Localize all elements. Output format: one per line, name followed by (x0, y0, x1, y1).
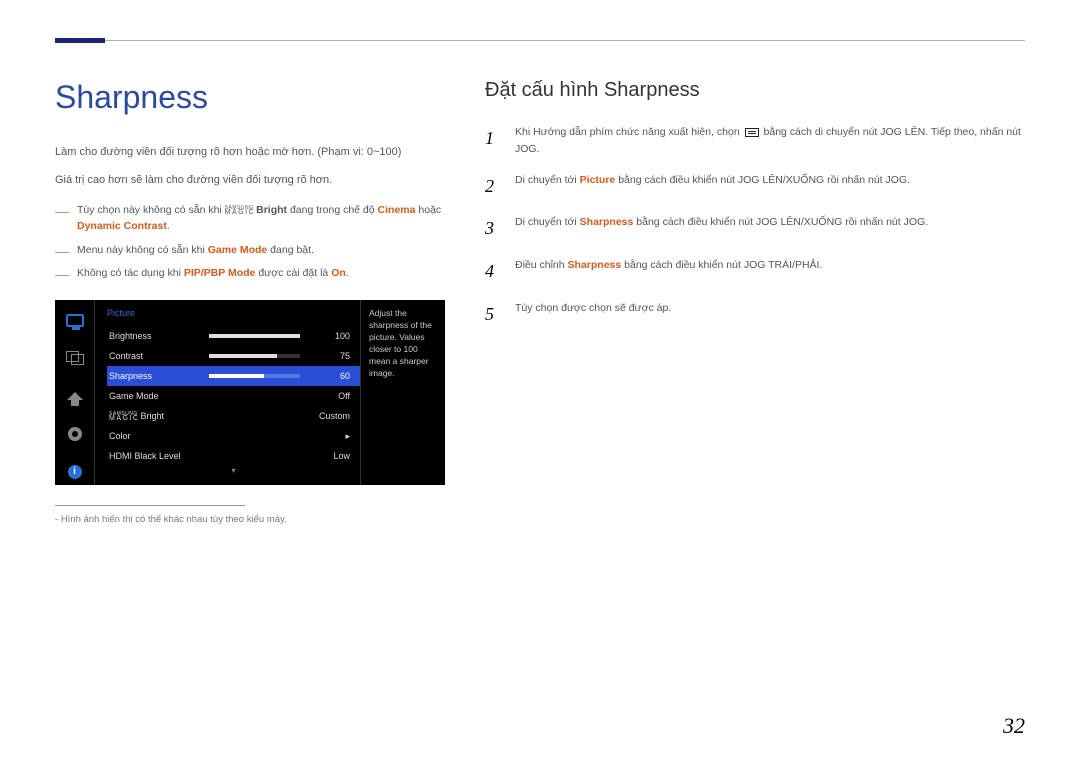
osd-row-game-mode: Game Mode Off (107, 386, 360, 406)
footnote-text: - Hình ảnh hiển thị có thể khác nhau tùy… (55, 514, 445, 525)
config-heading: Đặt cấu hình Sharpness (485, 79, 1025, 102)
page-number: 32 (1003, 713, 1025, 739)
step-1: 1 Khi Hướng dẫn phím chức năng xuất hiện… (485, 124, 1025, 158)
osd-row-sharpness: Sharpness 60 (107, 366, 360, 386)
footnote-divider (55, 505, 245, 506)
note-pip-pbp: ― Không có tác dụng khi PIP/PBP Mode đượ… (55, 266, 445, 282)
osd-row-brightness: Brightness 100 (107, 326, 360, 346)
osd-row-hdmi-black: HDMI Black Level Low (107, 446, 360, 466)
step-3: 3 Di chuyển tới Sharpness bằng cách điều… (485, 214, 1025, 243)
osd-row-contrast: Contrast 75 (107, 346, 360, 366)
step-2: 2 Di chuyển tới Picture bằng cách điều k… (485, 172, 1025, 201)
intro-text-2: Giá trị cao hơn sẽ làm cho đường viền đố… (55, 172, 445, 190)
osd-row-color: Color ▸ (107, 426, 360, 446)
osd-nav-info-icon: i (63, 460, 87, 484)
step-4: 4 Điều chỉnh Sharpness bằng cách điều kh… (485, 257, 1025, 286)
osd-menu: Picture Brightness 100 Contrast 75 (95, 300, 360, 485)
osd-sidebar: i (55, 300, 95, 485)
osd-nav-display-icon (63, 384, 87, 408)
step-5: 5 Tùy chọn được chọn sẽ được áp. (485, 300, 1025, 329)
osd-help-text: Adjust the sharpness of the picture. Val… (360, 300, 445, 485)
top-divider (55, 40, 1025, 41)
osd-nav-picture-icon (63, 308, 87, 332)
osd-nav-pip-icon (63, 346, 87, 370)
section-title: Sharpness (55, 79, 445, 116)
osd-menu-title: Picture (107, 308, 360, 318)
note-game-mode: ― Menu này không có sẵn khi Game Mode đa… (55, 243, 445, 259)
menu-icon (745, 128, 759, 137)
osd-row-magic-bright: SAMSUNGMAGICBright Custom (107, 406, 360, 426)
note-magic-bright: ― Tùy chọn này không có sẵn khi SAMSUNGM… (55, 203, 445, 235)
osd-scroll-down-icon: ▾ (107, 466, 360, 475)
intro-text-1: Làm cho đường viền đối tượng rõ hơn hoặc… (55, 144, 445, 162)
osd-nav-settings-icon (63, 422, 87, 446)
osd-screenshot: i Picture Brightness 100 Contrast (55, 300, 445, 485)
